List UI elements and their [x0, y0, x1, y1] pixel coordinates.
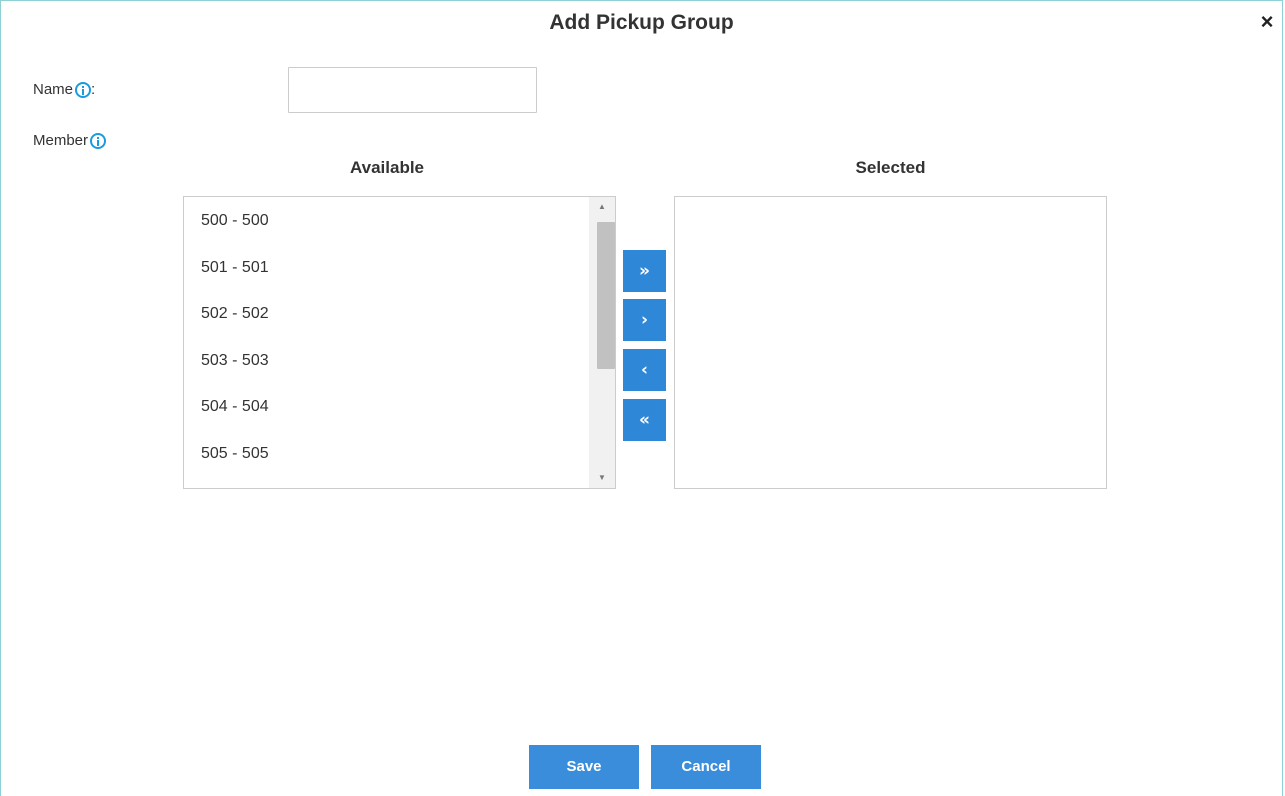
double-chevron-right-icon: »: [639, 261, 650, 281]
list-item[interactable]: 501 - 501: [184, 245, 615, 292]
scroll-down-icon[interactable]: ▼: [589, 468, 615, 488]
available-scrollbar[interactable]: ▲ ▼: [589, 197, 615, 488]
add-pickup-group-dialog: Add Pickup Group × Name : Member Availab…: [0, 0, 1283, 796]
list-item[interactable]: 502 - 502: [184, 291, 615, 338]
remove-selected-button[interactable]: ‹: [623, 349, 666, 391]
double-chevron-left-icon: «: [639, 410, 650, 430]
available-list: 500 - 500 501 - 501 502 - 502 503 - 503 …: [184, 197, 615, 477]
info-icon[interactable]: [75, 81, 92, 98]
scroll-thumb[interactable]: [597, 222, 615, 369]
scroll-up-icon[interactable]: ▲: [589, 197, 615, 217]
available-header: Available: [349, 158, 425, 177]
chevron-right-icon: ›: [640, 310, 648, 330]
selected-header: Selected: [855, 158, 926, 177]
selected-listbox[interactable]: [674, 196, 1107, 489]
close-icon[interactable]: ×: [1258, 11, 1276, 33]
add-all-button[interactable]: »: [623, 250, 666, 292]
save-button[interactable]: Save: [529, 745, 639, 789]
info-icon[interactable]: [90, 132, 107, 149]
list-item[interactable]: 500 - 500: [184, 198, 615, 245]
list-item[interactable]: 503 - 503: [184, 338, 615, 385]
cancel-button[interactable]: Cancel: [651, 745, 761, 789]
name-label-row: Name :: [33, 81, 95, 98]
dialog-title: Add Pickup Group: [549, 11, 734, 34]
member-label: Member: [33, 132, 89, 149]
member-label-row: Member: [33, 132, 107, 149]
name-input[interactable]: [288, 67, 537, 113]
available-listbox[interactable]: 500 - 500 501 - 501 502 - 502 503 - 503 …: [183, 196, 616, 489]
list-item[interactable]: 504 - 504: [184, 384, 615, 431]
remove-all-button[interactable]: «: [623, 399, 666, 441]
chevron-left-icon: ‹: [640, 360, 648, 380]
list-item[interactable]: 505 - 505: [184, 431, 615, 478]
name-label: Name: [33, 81, 74, 98]
name-label-colon: :: [91, 81, 96, 98]
add-selected-button[interactable]: ›: [623, 299, 666, 341]
